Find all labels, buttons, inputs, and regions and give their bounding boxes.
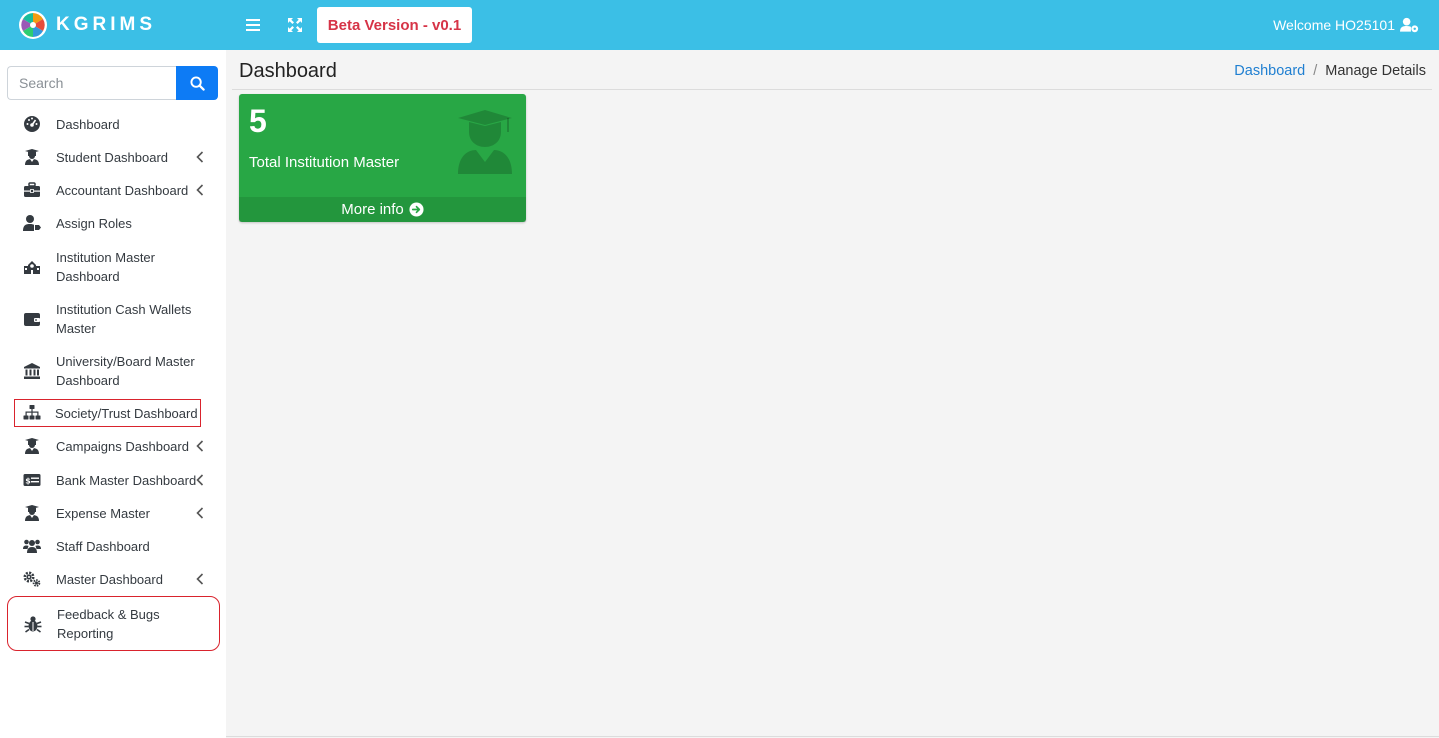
sidebar-item-label: Feedback & Bugs Reporting: [57, 606, 160, 641]
cogs-icon: [20, 567, 44, 591]
chevron-left-icon: [196, 184, 204, 196]
graduate-icon: [20, 434, 44, 458]
search-icon: [189, 75, 205, 91]
search-button[interactable]: [176, 66, 218, 100]
sidebar-item-staff-dashboard[interactable]: Staff Dashboard: [14, 536, 214, 556]
users-icon: [20, 534, 44, 558]
sidebar-item-label: Assign Roles: [56, 215, 132, 231]
breadcrumb-current: Manage Details: [1325, 63, 1426, 79]
sidebar: Dashboard Student Dashboard Accountant D…: [0, 50, 226, 738]
university-icon: [20, 359, 44, 383]
sidebar-item-expense-master[interactable]: Expense Master: [14, 503, 214, 523]
brand[interactable]: KGRIMS: [18, 9, 156, 41]
dashboard-gauge-icon: [20, 112, 44, 136]
footer-divider: [226, 736, 1439, 737]
chevron-left-icon: [196, 507, 204, 519]
sidebar-item-institution-cash-wallets-master[interactable]: Institution Cash Wallets Master: [14, 300, 214, 338]
sidebar-item-student-dashboard[interactable]: Student Dashboard: [14, 147, 214, 167]
graduate-icon: [20, 501, 44, 525]
sitemap-icon: [20, 401, 44, 425]
more-info-label: More info: [341, 201, 404, 218]
sidebar-item-label: Campaigns Dashboard: [56, 438, 189, 454]
arrow-circle-right-icon: [409, 202, 424, 217]
search-input[interactable]: [7, 66, 176, 100]
sidebar-item-dashboard[interactable]: Dashboard: [14, 114, 214, 134]
menu-toggle-button[interactable]: [243, 15, 263, 35]
breadcrumb-separator: /: [1313, 63, 1318, 79]
sidebar-item-society-trust-dashboard[interactable]: Society/Trust Dashboard: [14, 399, 201, 427]
user-cog-icon: [1400, 17, 1419, 33]
welcome-text: Welcome HO25101: [1273, 17, 1395, 33]
sidebar-item-label: Dashboard: [56, 116, 120, 132]
sidebar-item-label: Society/Trust Dashboard: [55, 405, 198, 421]
sidebar-item-campaigns-dashboard[interactable]: Campaigns Dashboard: [14, 436, 214, 456]
hamburger-icon: [246, 19, 260, 31]
bug-icon: [21, 612, 45, 636]
sidebar-item-feedback-bugs-reporting[interactable]: Feedback & Bugs Reporting: [7, 596, 220, 651]
graduate-icon: [20, 145, 44, 169]
sidebar-item-master-dashboard[interactable]: Master Dashboard: [14, 569, 214, 589]
user-welcome[interactable]: Welcome HO25101: [1273, 15, 1419, 35]
beta-version-badge[interactable]: Beta Version - v0.1: [317, 7, 472, 43]
chevron-left-icon: [196, 151, 204, 163]
sidebar-search: [7, 66, 218, 100]
sidebar-item-label: University/Board Master Dashboard: [56, 354, 195, 388]
fullscreen-button[interactable]: [285, 15, 305, 35]
svg-text:$: $: [25, 477, 31, 486]
breadcrumb: Dashboard / Manage Details: [1234, 63, 1426, 79]
chevron-left-icon: [196, 573, 204, 585]
money-check-icon: $: [20, 468, 44, 492]
sidebar-item-label: Expense Master: [56, 505, 150, 521]
kgrims-logo-icon: [19, 11, 47, 39]
brand-name: KGRIMS: [56, 14, 156, 35]
more-info-link[interactable]: More info: [239, 197, 526, 222]
chevron-left-icon: [196, 440, 204, 452]
expand-arrows-icon: [288, 18, 302, 32]
briefcase-icon: [20, 178, 44, 202]
user-tag-icon: [20, 211, 44, 235]
sidebar-item-label: Institution Cash Wallets Master: [56, 302, 192, 336]
school-icon: [20, 255, 44, 279]
header-divider: [232, 89, 1432, 90]
top-navbar: KGRIMS Beta Version - v0.1 Welcome HO251…: [0, 0, 1439, 50]
institution-master-card: 5 Total Institution Master More info: [239, 94, 526, 222]
sidebar-item-institution-master-dashboard[interactable]: Institution Master Dashboard: [14, 248, 214, 286]
chevron-left-icon: [196, 474, 204, 486]
sidebar-item-label: Student Dashboard: [56, 149, 169, 165]
sidebar-item-label: Accountant Dashboard: [56, 182, 189, 198]
graduate-icon: [458, 110, 512, 174]
sidebar-item-bank-master-dashboard[interactable]: $ Bank Master Dashboard: [14, 470, 214, 490]
sidebar-item-label: Institution Master Dashboard: [56, 250, 155, 284]
card-label: Total Institution Master: [249, 154, 400, 171]
sidebar-item-label: Staff Dashboard: [56, 538, 150, 554]
sidebar-item-university-board-master-dashboard[interactable]: University/Board Master Dashboard: [14, 352, 214, 390]
sidebar-item-assign-roles[interactable]: Assign Roles: [14, 213, 214, 233]
sidebar-item-label: Master Dashboard: [56, 571, 163, 587]
page-title: Dashboard: [239, 60, 337, 82]
sidebar-item-label: Bank Master Dashboard: [56, 472, 197, 488]
breadcrumb-link-dashboard[interactable]: Dashboard: [1234, 63, 1305, 79]
sidebar-item-accountant-dashboard[interactable]: Accountant Dashboard: [14, 180, 214, 200]
card-count: 5: [249, 103, 267, 139]
wallet-icon: [20, 307, 44, 331]
